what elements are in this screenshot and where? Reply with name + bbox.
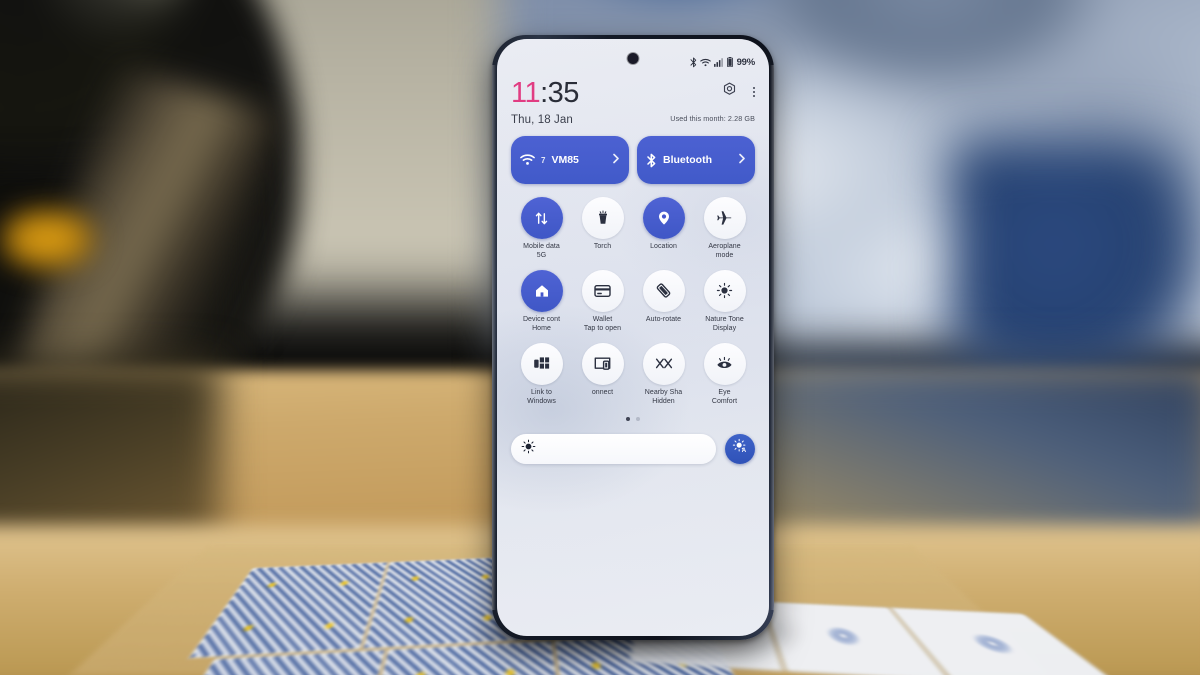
home-house-icon: [520, 269, 563, 312]
battery-icon: [726, 57, 733, 67]
page-dot-1[interactable]: [626, 416, 630, 421]
photo-scene: 99% 11:35 Thu, 18 Jan Used this month: 2…: [0, 0, 1200, 675]
settings-gear-icon[interactable]: [722, 82, 737, 102]
nature-tone-icon: [703, 269, 746, 312]
page-indicator: [511, 416, 755, 421]
mobile-data-icon: [520, 197, 563, 239]
header-right-block: Used this month: 2.28 GB: [670, 79, 755, 123]
toggle-mobile-data[interactable]: Mobile data 5G: [511, 197, 572, 261]
clock-block: 11:35 Thu, 18 Jan: [511, 79, 579, 127]
toggle-label: Auto-rotate: [645, 315, 682, 323]
toggle-label: Nature Tone Display: [705, 315, 744, 332]
brightness-row: A: [511, 433, 755, 464]
chevron-right-icon[interactable]: [612, 151, 620, 169]
wallet-card-icon: [581, 269, 624, 312]
page-dot-2[interactable]: [636, 416, 640, 421]
toggle-label: Location: [650, 243, 677, 250]
toggle-label: Mobile data 5G: [523, 243, 560, 259]
clock-minutes: :35: [540, 77, 579, 109]
phone-edge-highlight-left: [492, 65, 496, 610]
wifi-icon: [520, 154, 535, 166]
header-icon-row: [722, 82, 755, 102]
date-label: Thu, 18 Jan: [511, 114, 573, 126]
toggle-label: Nearby Sha Hidden: [644, 388, 683, 405]
smart-view-icon: [581, 342, 624, 385]
wifi-pill-sub: 7: [541, 155, 546, 165]
toggle-aeroplane-mode[interactable]: Aeroplane mode: [694, 197, 755, 261]
auto-rotate-icon: [642, 269, 685, 312]
toggle-eye-comfort[interactable]: Eye Comfort: [694, 342, 755, 407]
connectivity-pill-row: 7 VM85 Bluetooth: [511, 136, 755, 184]
wifi-pill[interactable]: 7 VM85: [511, 136, 629, 184]
toggle-label: Aeroplane mode: [708, 243, 741, 259]
toggle-label: Eye Comfort: [711, 388, 738, 405]
clock: 11:35: [511, 79, 579, 108]
toggle-label: Device cont Home: [522, 315, 561, 332]
toggle-link-to-windows[interactable]: Link to Windows: [511, 342, 572, 407]
wifi-pill-label: VM85: [551, 154, 579, 166]
toggle-device-control[interactable]: Device cont Home: [511, 269, 572, 334]
quick-toggle-grid: Mobile data 5G Torch Location Aeroplane …: [511, 197, 755, 407]
toggle-nearby-share[interactable]: Nearby Sha Hidden: [633, 342, 694, 407]
battery-percent-label: 99%: [736, 56, 756, 68]
phone-screen: 99% 11:35 Thu, 18 Jan Used this month: 2…: [497, 39, 769, 636]
kebab-menu-icon[interactable]: [752, 85, 755, 99]
data-usage-label: Used this month: 2.28 GB: [670, 114, 755, 123]
auto-brightness-button[interactable]: A: [725, 433, 755, 464]
brightness-slider[interactable]: [511, 433, 716, 464]
nearby-share-icon: [642, 342, 685, 385]
clock-hours: 11: [511, 77, 541, 109]
bluetooth-pill[interactable]: Bluetooth: [637, 136, 755, 184]
bluetooth-pill-label: Bluetooth: [663, 154, 712, 166]
toggle-torch[interactable]: Torch: [572, 197, 633, 261]
toggle-label: Torch: [593, 243, 612, 250]
torch-icon: [581, 197, 624, 239]
brightness-sun-icon: [521, 439, 536, 459]
toggle-location[interactable]: Location: [633, 197, 694, 261]
toggle-auto-rotate[interactable]: Auto-rotate: [633, 269, 694, 334]
aeroplane-icon: [703, 197, 746, 239]
chevron-right-icon[interactable]: [738, 151, 746, 169]
toggle-label: Wallet Tap to open: [583, 315, 622, 332]
auto-brightness-icon: A: [732, 438, 748, 459]
bluetooth-icon: [690, 57, 697, 68]
phone-edge-highlight-right: [770, 65, 774, 610]
bluetooth-icon: [646, 153, 657, 168]
quick-settings-panel: 99% 11:35 Thu, 18 Jan Used this month: 2…: [497, 39, 769, 464]
front-camera-punch-hole: [627, 53, 639, 64]
location-pin-icon: [642, 197, 685, 239]
quick-settings-header: 11:35 Thu, 18 Jan Used this month: 2.28 …: [511, 79, 755, 126]
toggle-wallet[interactable]: Wallet Tap to open: [572, 269, 633, 334]
signal-icon: [713, 57, 724, 67]
smartphone-device: 99% 11:35 Thu, 18 Jan Used this month: 2…: [492, 35, 774, 640]
toggle-nature-tone-display[interactable]: Nature Tone Display: [694, 269, 755, 334]
eye-comfort-icon: [703, 342, 746, 385]
toggle-label: onnect: [591, 388, 614, 396]
link-to-windows-icon: [520, 342, 563, 385]
toggle-label: Link to Windows: [527, 388, 556, 405]
blurred-yellow-accent: [0, 208, 95, 270]
wifi-icon: [699, 58, 711, 67]
svg-text:A: A: [742, 448, 747, 454]
toggle-smart-view[interactable]: onnect: [572, 342, 633, 407]
